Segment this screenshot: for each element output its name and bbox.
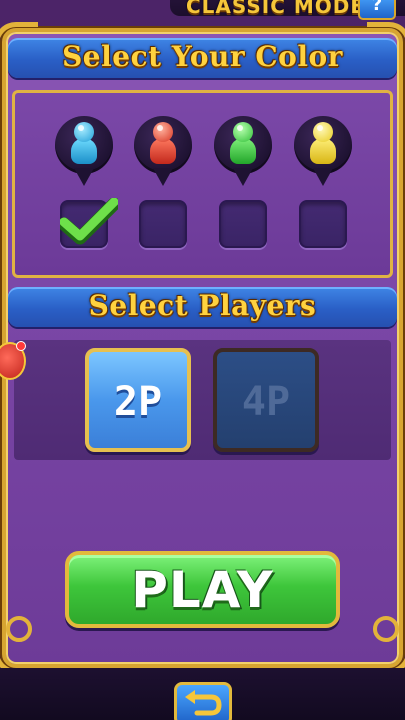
color-option-red[interactable]	[134, 116, 192, 192]
color-option-blue[interactable]	[55, 116, 113, 192]
play-label: PLAY	[131, 561, 274, 619]
color-section-title: Select Your Color	[62, 40, 343, 73]
checkmark-icon	[60, 198, 118, 245]
pin-tip	[313, 168, 333, 186]
pawn-shine	[157, 125, 163, 131]
checkbox-red[interactable]	[139, 200, 187, 248]
pawn-head	[74, 122, 94, 142]
pawn-head	[233, 122, 253, 142]
pawn-head	[313, 122, 333, 142]
pin-tip	[233, 168, 253, 186]
mode-label: CLASSIC MODE	[186, 0, 366, 18]
pawn-shine	[237, 125, 243, 131]
notification-dot-icon	[16, 341, 26, 351]
players-section-title: Select Players	[88, 289, 317, 322]
players-strip	[14, 340, 391, 460]
checkbox-green[interactable]	[219, 200, 267, 248]
swirl-ornament-right	[373, 616, 399, 642]
color-option-yellow[interactable]	[294, 116, 352, 192]
info-button[interactable]: ?	[358, 0, 396, 20]
game-screen: CLASSIC MODE ? Select Your Color Select …	[0, 0, 405, 720]
pin-tip	[74, 168, 94, 186]
pawn-shine	[78, 125, 84, 131]
pawn-shine	[317, 125, 323, 131]
play-button[interactable]: PLAY	[65, 551, 340, 628]
four-player-button[interactable]: 4P	[213, 348, 319, 452]
checkbox-yellow[interactable]	[299, 200, 347, 248]
swirl-ornament-left	[6, 616, 32, 642]
two-player-button[interactable]: 2P	[85, 348, 191, 452]
return-arrow-icon	[185, 690, 222, 716]
color-option-green[interactable]	[214, 116, 272, 192]
pin-tip	[153, 168, 173, 186]
back-button[interactable]	[174, 682, 232, 720]
pawn-head	[153, 122, 173, 142]
